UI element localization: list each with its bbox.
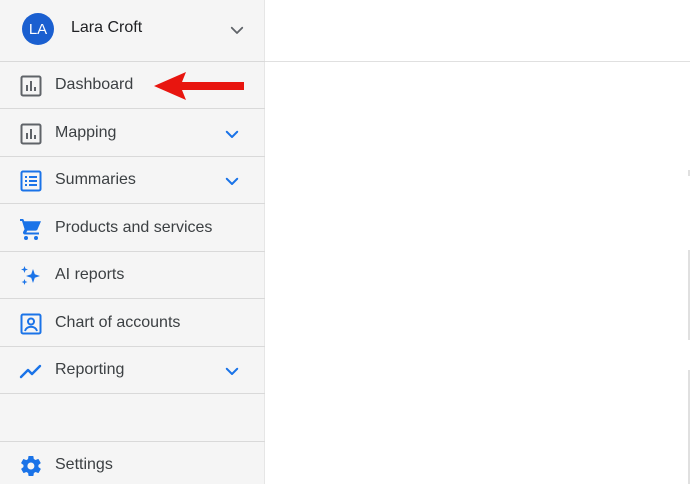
list-icon (20, 170, 42, 192)
chevron-down-icon[interactable] (223, 125, 241, 143)
gear-icon (21, 455, 41, 477)
sidebar-item-mapping[interactable]: Mapping (0, 110, 265, 157)
sidebar-item-ai-reports[interactable]: AI reports (0, 252, 265, 299)
chevron-down-icon[interactable] (228, 21, 246, 39)
main-topbar (265, 0, 690, 62)
sidebar-item-label: Settings (55, 456, 113, 473)
sidebar-item-label: Chart of accounts (55, 314, 181, 331)
sidebar-item-label: Dashboard (55, 76, 134, 93)
contact-card-icon (20, 313, 42, 335)
sidebar-item-label: Reporting (55, 361, 125, 378)
chevron-down-icon[interactable] (223, 362, 241, 380)
bar-chart-icon (20, 75, 42, 97)
user-menu[interactable]: LA Lara Croft (0, 0, 265, 62)
avatar-initials: LA (28, 20, 48, 38)
sparkle-icon (21, 266, 40, 285)
sidebar-item-chart-of-accounts[interactable]: Chart of accounts (0, 300, 265, 347)
chevron-down-icon[interactable] (223, 172, 241, 190)
sidebar-item-label: Mapping (55, 124, 117, 141)
bar-chart-icon (20, 123, 42, 145)
avatar: LA (22, 13, 54, 45)
trending-up-icon (19, 364, 42, 379)
sidebar-item-products-and-services[interactable]: Products and services (0, 205, 265, 252)
sidebar-item-label: Products and services (55, 219, 213, 236)
user-name: Lara Croft (71, 19, 143, 36)
sidebar-item-reporting[interactable]: Reporting (0, 347, 265, 394)
sidebar-item-settings[interactable]: Settings (0, 442, 265, 484)
annotation-arrow-icon (154, 72, 244, 100)
sidebar-item-label: Summaries (55, 171, 136, 188)
sidebar-item-label: AI reports (55, 266, 125, 283)
shopping-cart-icon (20, 219, 41, 240)
sidebar-spacer (0, 395, 265, 442)
sidebar-item-summaries[interactable]: Summaries (0, 157, 265, 204)
